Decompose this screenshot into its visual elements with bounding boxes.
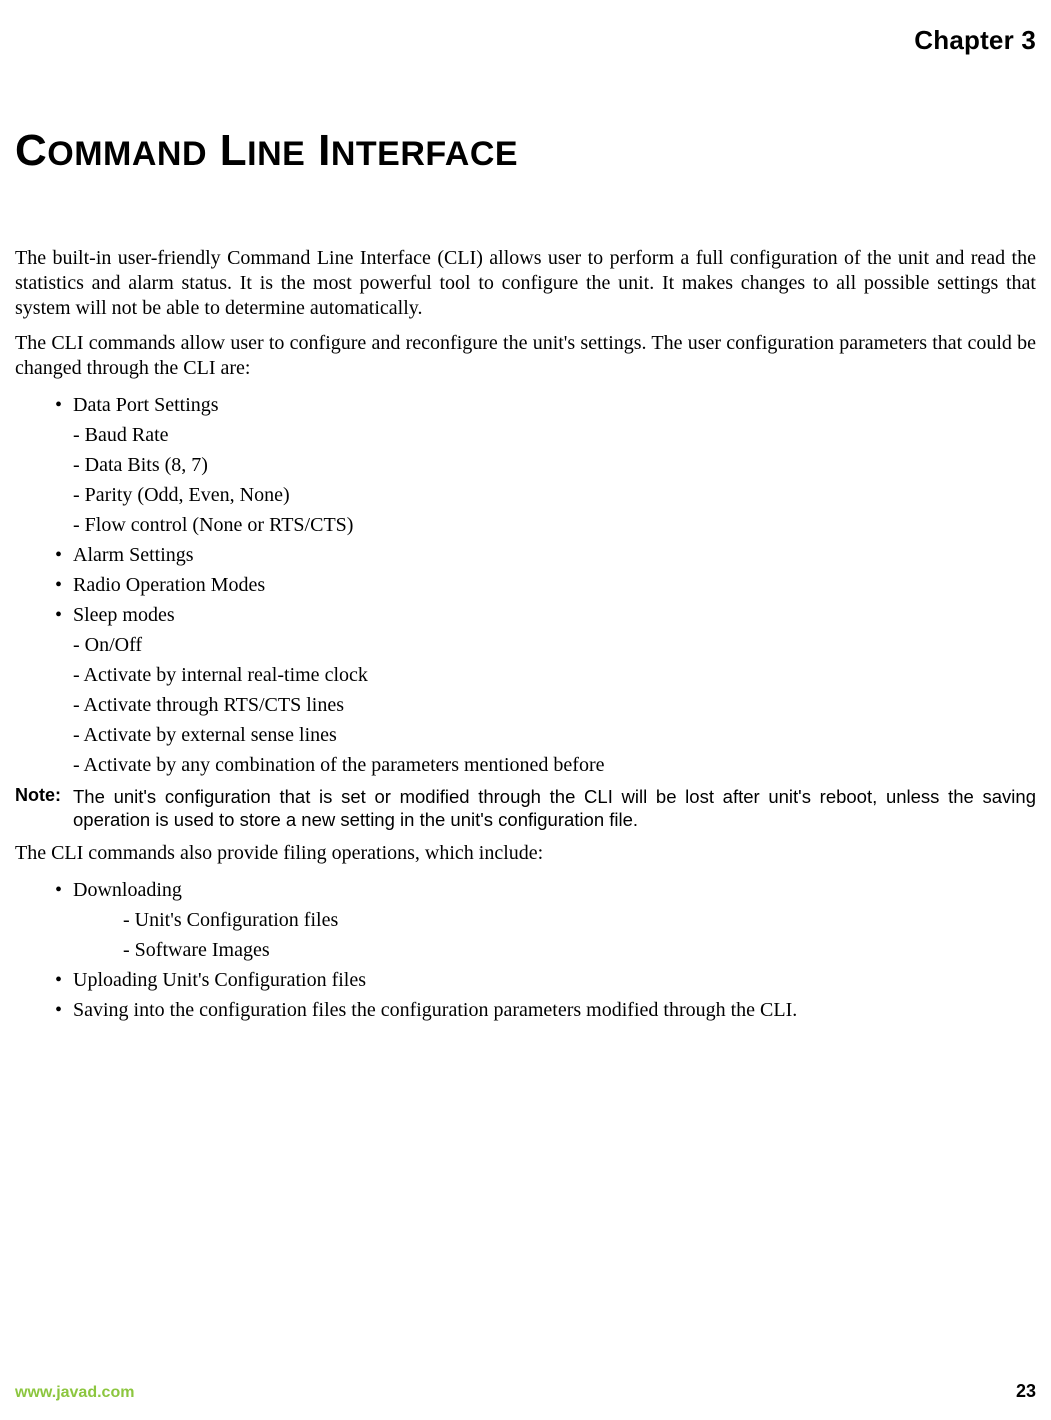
sub-item: - Software Images: [15, 936, 1036, 964]
title-frag: [207, 126, 220, 175]
sub-item: - Baud Rate: [15, 421, 1036, 449]
sub-item: - On/Off: [15, 631, 1036, 659]
sub-item: - Data Bits (8, 7): [15, 451, 1036, 479]
list-item: Sleep modes: [73, 601, 1036, 629]
page-footer: www.javad.com 23: [15, 1381, 1036, 1402]
title-frag: NTERFACE: [331, 135, 518, 173]
sub-item: - Parity (Odd, Even, None): [15, 481, 1036, 509]
sub-item: - Flow control (None or RTS/CTS): [15, 511, 1036, 539]
title-frag: L: [220, 126, 247, 175]
chapter-label: Chapter 3: [15, 25, 1036, 56]
list-item: Uploading Unit's Configuration files: [73, 966, 1036, 994]
list-item: Downloading: [73, 876, 1036, 904]
body-paragraph: The CLI commands allow user to configure…: [15, 331, 1036, 381]
title-frag: OMMAND: [47, 135, 207, 173]
title-frag: [305, 126, 318, 175]
filing-ops-list: Downloading: [15, 876, 1036, 904]
body-paragraph: The CLI commands also provide filing ope…: [15, 841, 1036, 866]
list-item: Data Port Settings: [73, 391, 1036, 419]
sub-item: - Unit's Configuration files: [15, 906, 1036, 934]
note-block: Note: The unit's configuration that is s…: [15, 785, 1036, 831]
page-title: COMMAND LINE INTERFACE: [15, 126, 1036, 176]
note-label: Note:: [15, 785, 73, 831]
list-item: Saving into the configuration files the …: [73, 996, 1036, 1024]
config-params-list: Alarm Settings Radio Operation Modes Sle…: [15, 541, 1036, 629]
note-text: The unit's configuration that is set or …: [73, 785, 1036, 831]
title-frag: I: [318, 126, 331, 175]
list-item: Alarm Settings: [73, 541, 1036, 569]
sub-item: - Activate by external sense lines: [15, 721, 1036, 749]
footer-page-number: 23: [1016, 1381, 1036, 1402]
body-paragraph: The built-in user-friendly Command Line …: [15, 246, 1036, 321]
list-item: Radio Operation Modes: [73, 571, 1036, 599]
sub-item: - Activate by any combination of the par…: [15, 751, 1036, 779]
sub-item: - Activate through RTS/CTS lines: [15, 691, 1036, 719]
filing-ops-list: Uploading Unit's Configuration files Sav…: [15, 966, 1036, 1024]
title-frag: C: [15, 126, 47, 175]
page: Chapter 3 COMMAND LINE INTERFACE The bui…: [0, 0, 1051, 1420]
sub-item: - Activate by internal real-time clock: [15, 661, 1036, 689]
title-frag: INE: [247, 135, 305, 173]
config-params-list: Data Port Settings: [15, 391, 1036, 419]
footer-url: www.javad.com: [15, 1384, 134, 1402]
